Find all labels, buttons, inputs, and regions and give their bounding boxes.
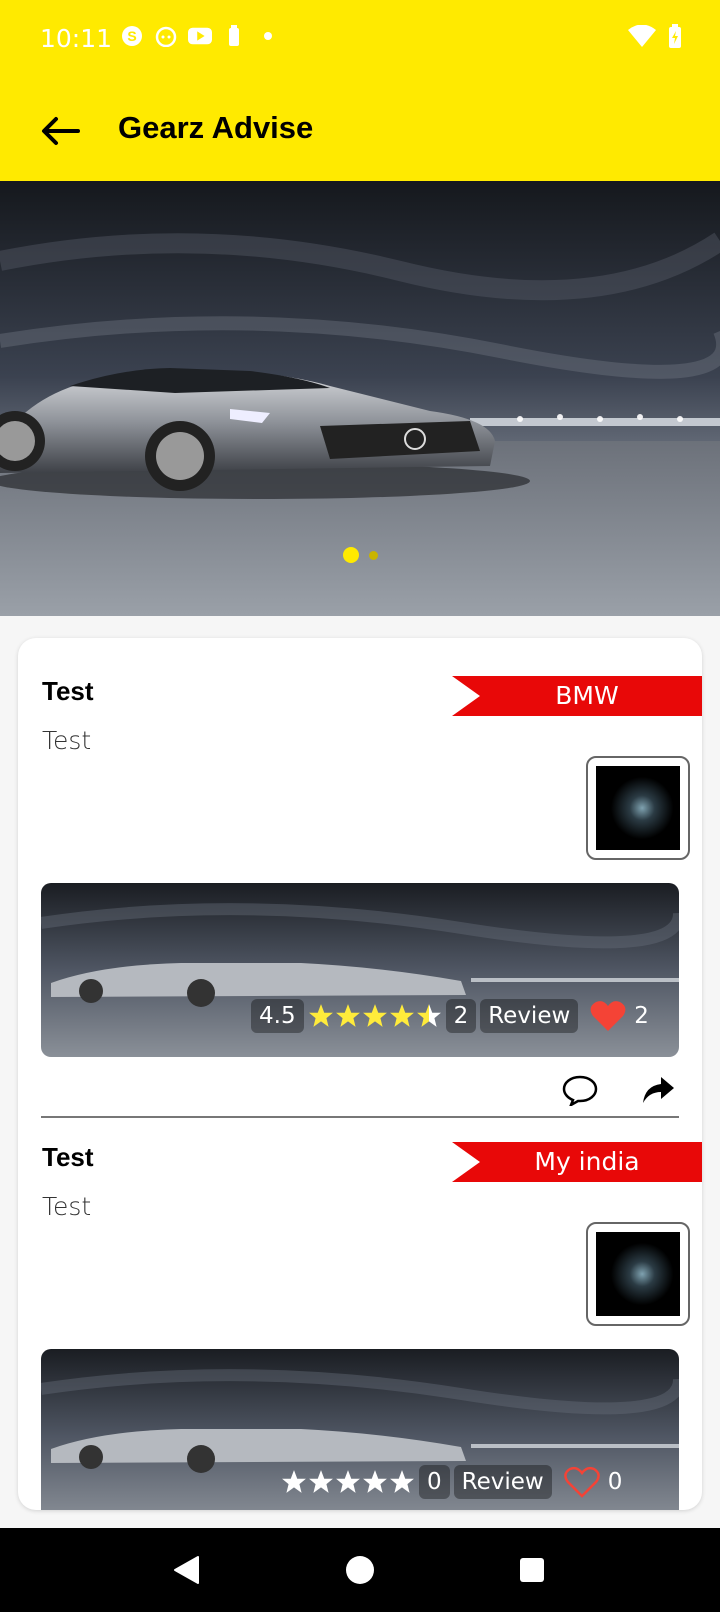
skype-icon: S <box>120 24 144 48</box>
like-group[interactable]: 0 <box>563 1466 623 1498</box>
triangle-back-icon <box>174 1556 199 1584</box>
star-icon <box>335 1004 360 1027</box>
review-count: 0 <box>419 1465 450 1499</box>
square-recents-icon <box>520 1558 544 1582</box>
category-label: My india <box>534 1147 640 1176</box>
battery-charging-icon <box>668 24 682 53</box>
svg-text:S: S <box>127 28 136 44</box>
status-time: 10:11 <box>40 24 113 53</box>
rating-value: 4.5 <box>251 999 304 1033</box>
category-label: BMW <box>555 681 619 710</box>
thumbnail-image <box>596 1232 680 1316</box>
face-icon <box>154 24 178 48</box>
category-tag[interactable]: My india <box>452 1142 702 1182</box>
star-icon <box>416 1004 441 1027</box>
nav-home-button[interactable] <box>340 1550 380 1590</box>
star-icon <box>282 1470 306 1493</box>
heart-outline-icon[interactable] <box>563 1466 600 1498</box>
nav-recents-button[interactable] <box>512 1550 552 1590</box>
post-subtitle: Test <box>42 1192 92 1221</box>
arrow-left-icon <box>42 117 80 145</box>
star-icon <box>308 1004 333 1027</box>
post-subtitle: Test <box>42 726 92 755</box>
heart-filled-icon[interactable] <box>590 1000 626 1032</box>
youtube-icon <box>188 24 212 48</box>
star-icon <box>389 1004 414 1027</box>
wifi-icon <box>628 24 656 52</box>
star-icon <box>363 1470 387 1493</box>
post-meta: 4.5 2 Review 2 <box>251 995 649 1037</box>
circle-home-icon <box>346 1556 374 1584</box>
dot-icon <box>256 24 280 48</box>
nav-back-button[interactable] <box>166 1550 206 1590</box>
star-icon <box>362 1004 387 1027</box>
battery-icon <box>222 24 246 48</box>
back-button[interactable] <box>30 106 90 156</box>
post-thumbnail[interactable] <box>586 756 690 860</box>
review-label[interactable]: Review <box>453 1465 552 1499</box>
post-title: Test <box>42 1142 94 1172</box>
like-count: 2 <box>634 1003 649 1029</box>
rating-stars <box>281 1469 415 1495</box>
post-image[interactable]: 4.5 2 Review 2 <box>41 883 679 1057</box>
share-icon <box>643 1077 674 1103</box>
post-meta: 0 Review 0 <box>281 1461 622 1503</box>
post-image[interactable]: 0 Review 0 <box>41 1349 679 1510</box>
share-button[interactable] <box>638 1070 678 1110</box>
review-label[interactable]: Review <box>480 999 579 1033</box>
comment-icon <box>562 1075 598 1106</box>
feed-card: Test Test BMW 4.5 2 Review 2 Test Test M… <box>18 638 702 1510</box>
star-icon <box>309 1470 333 1493</box>
star-icon <box>336 1470 360 1493</box>
carousel-dot[interactable] <box>368 550 378 560</box>
rating-stars <box>308 1003 442 1029</box>
carousel-dot-active[interactable] <box>342 547 359 563</box>
thumbnail-image <box>596 766 680 850</box>
review-count: 2 <box>445 999 477 1033</box>
post-thumbnail[interactable] <box>586 1222 690 1326</box>
like-count: 0 <box>607 1469 623 1495</box>
app-bar: Gearz Advise <box>0 80 720 181</box>
star-icon <box>390 1470 414 1493</box>
system-nav-bar <box>0 1528 720 1612</box>
post-divider <box>41 1116 679 1118</box>
status-bar: 10:11 S <box>0 0 720 80</box>
hero-carousel[interactable] <box>0 181 720 616</box>
like-group[interactable]: 2 <box>590 1000 649 1032</box>
post-title: Test <box>42 676 94 706</box>
comment-button[interactable] <box>560 1070 600 1110</box>
category-tag[interactable]: BMW <box>452 676 702 716</box>
page-title: Gearz Advise <box>118 110 314 145</box>
